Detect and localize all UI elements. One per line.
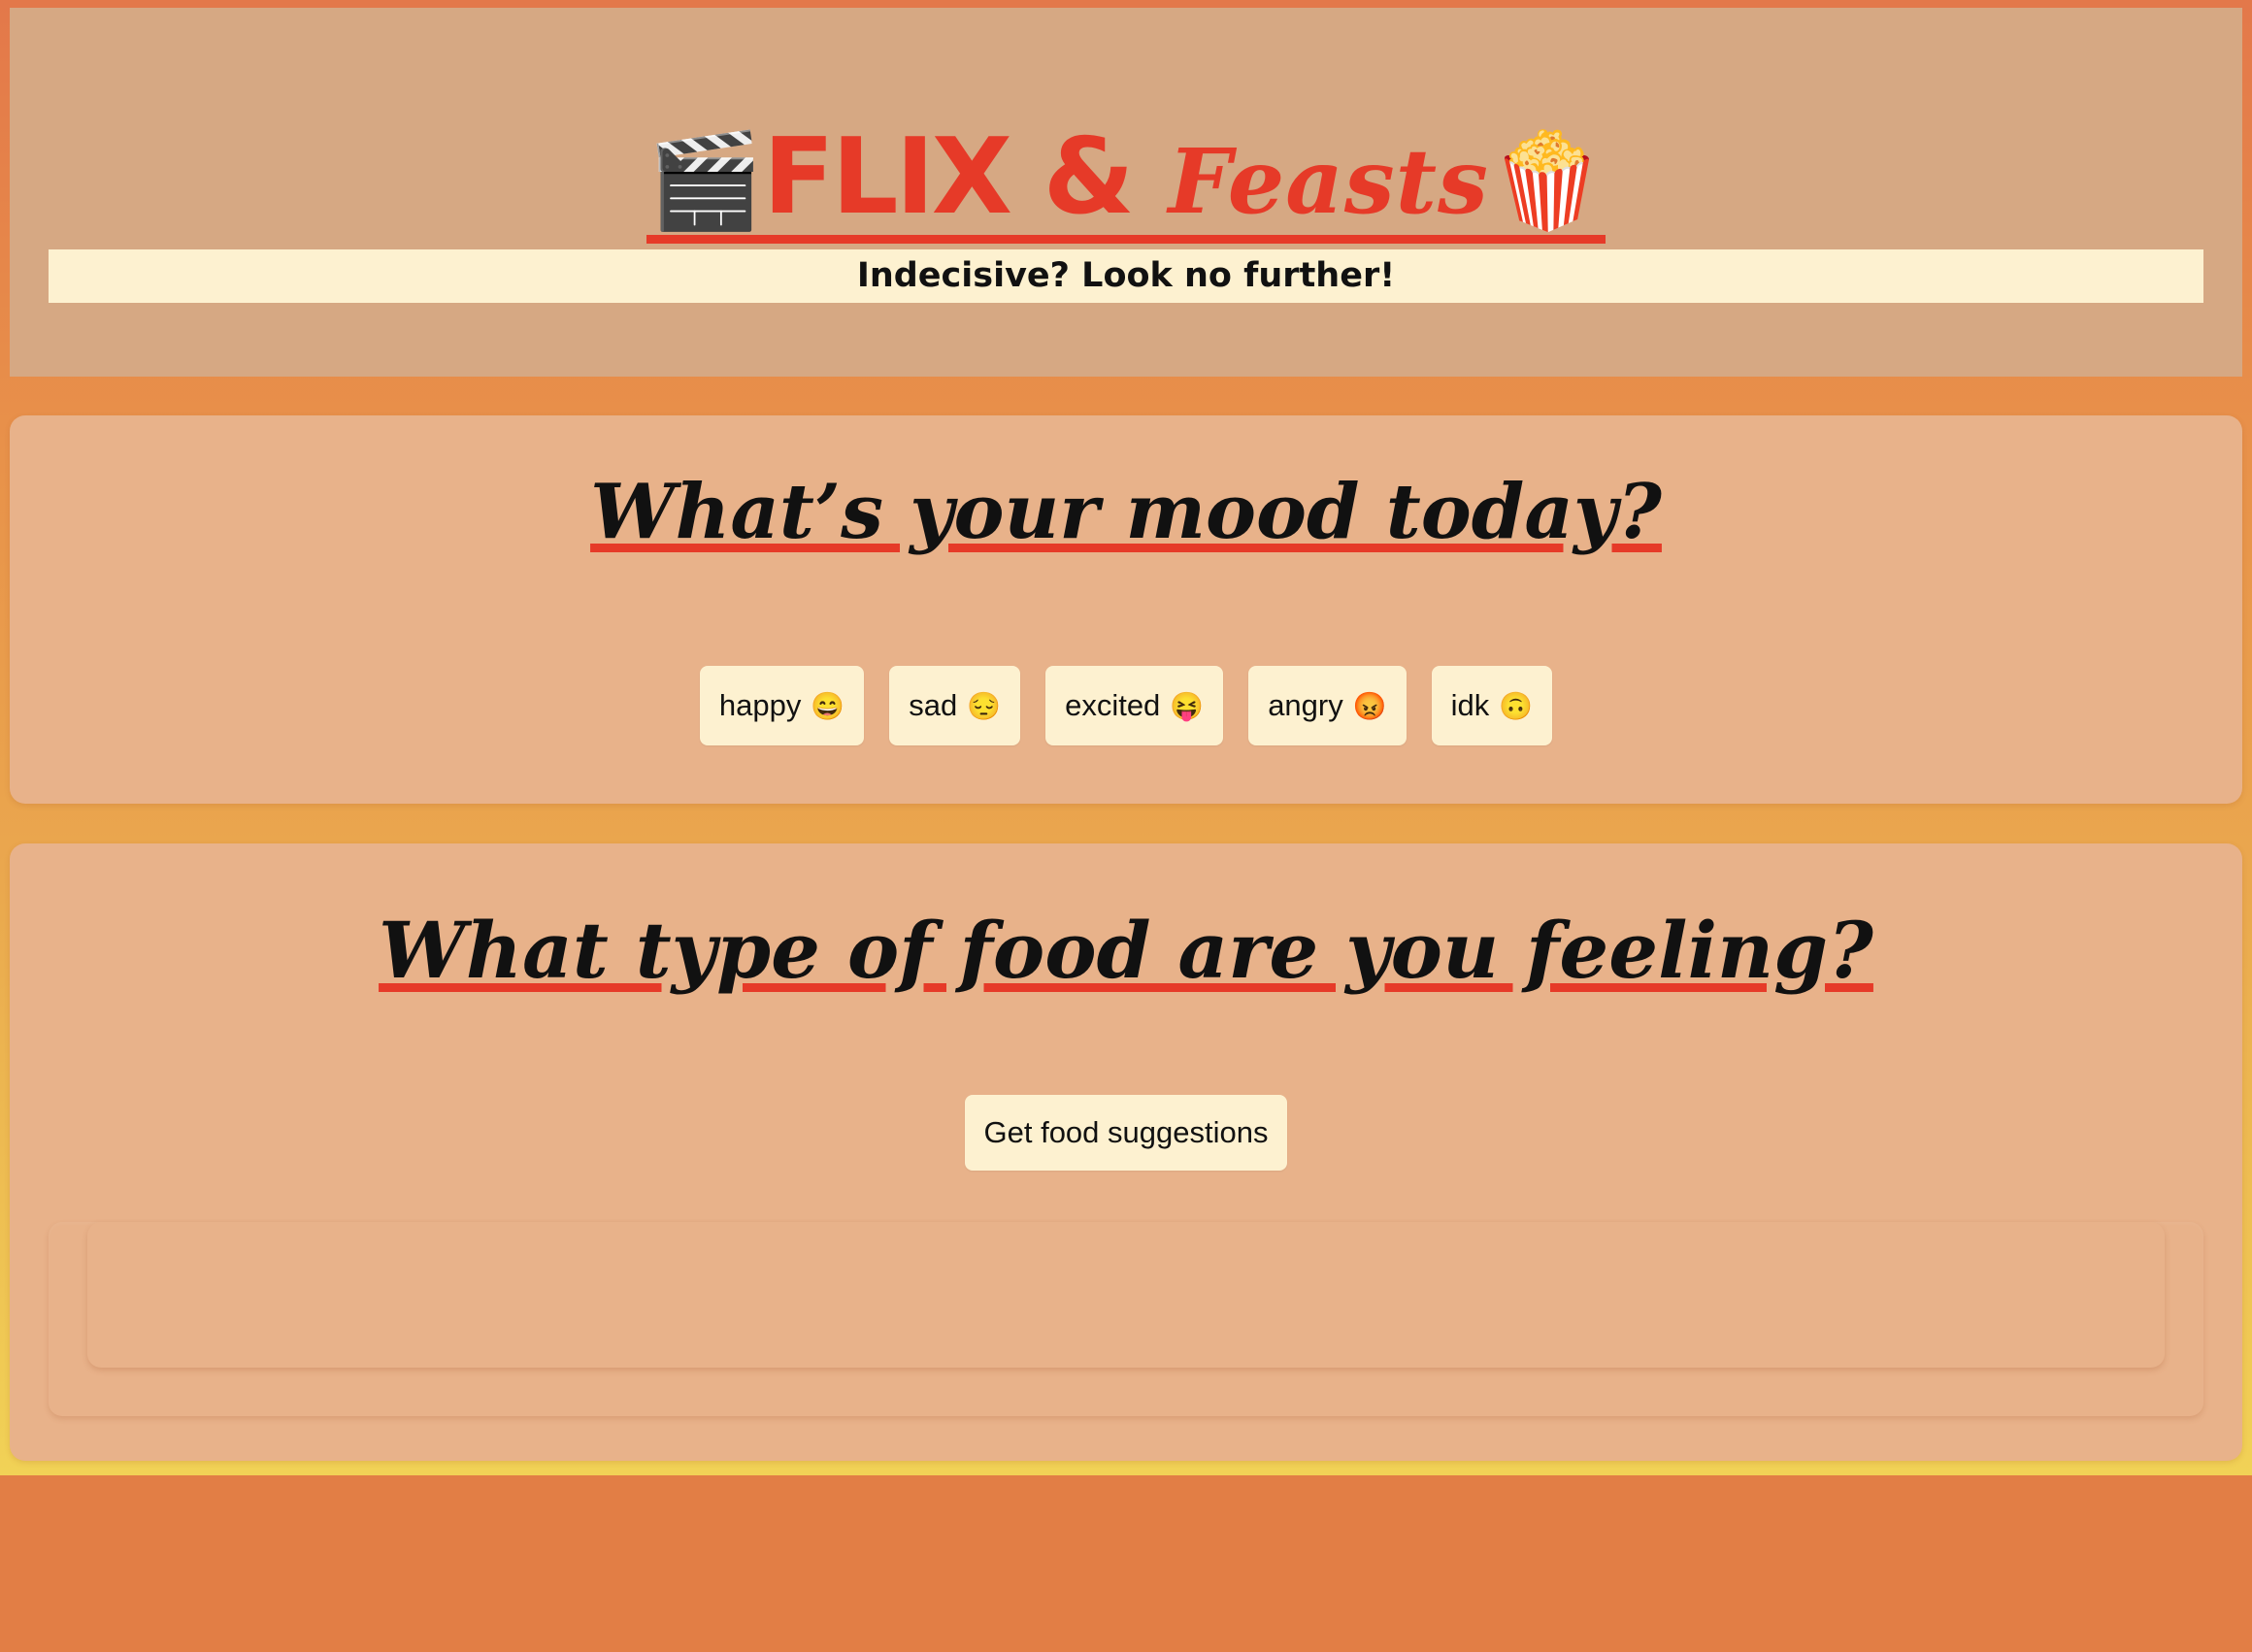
mood-card: What’s your mood today? happy 😄 sad 😔 ex… xyxy=(10,415,2242,804)
clapperboard-icon: 🎬 xyxy=(646,126,764,235)
food-button-wrapper: Get food suggestions xyxy=(10,1095,2242,1171)
food-results-list xyxy=(87,1222,2165,1368)
site-header: 🎬FLIX & Feasts🍿 Indecisive? Look no furt… xyxy=(10,8,2242,377)
popcorn-icon: 🍿 xyxy=(1488,126,1606,235)
tagline: Indecisive? Look no further! xyxy=(49,249,2203,303)
page-background: 🎬FLIX & Feasts🍿 Indecisive? Look no furt… xyxy=(0,0,2252,1475)
mood-button-angry[interactable]: angry 😡 xyxy=(1248,666,1407,745)
food-heading: What type of food are you feeling? xyxy=(10,904,2242,997)
mood-button-label: excited xyxy=(1065,688,1161,722)
mood-button-label: happy xyxy=(718,688,802,722)
site-title: 🎬FLIX & Feasts🍿 xyxy=(646,124,1606,244)
mood-button-label: sad xyxy=(909,688,958,722)
mood-button-sad[interactable]: sad 😔 xyxy=(889,666,1021,745)
title-feasts: Feasts xyxy=(1168,129,1489,234)
mood-heading: What’s your mood today? xyxy=(10,466,2242,559)
pensive-face-icon: 😔 xyxy=(967,690,1002,721)
grinning-face-icon: 😄 xyxy=(811,690,845,721)
mood-button-happy[interactable]: happy 😄 xyxy=(699,666,865,745)
mood-button-label: angry xyxy=(1268,688,1343,722)
mood-button-excited[interactable]: excited 😝 xyxy=(1045,666,1224,745)
site-title-wrapper: 🎬FLIX & Feasts🍿 xyxy=(10,124,2242,244)
mood-button-label: idk xyxy=(1450,688,1490,722)
food-results-container xyxy=(49,1222,2203,1416)
food-heading-text: What type of food are you feeling? xyxy=(379,905,1873,996)
angry-face-icon: 😡 xyxy=(1352,690,1387,721)
food-card: What type of food are you feeling? Get f… xyxy=(10,843,2242,1461)
upside-down-face-icon: 🙃 xyxy=(1499,690,1534,721)
squinting-tongue-face-icon: 😝 xyxy=(1170,690,1205,721)
mood-button-row: happy 😄 sad 😔 excited 😝 angry 😡 idk 🙃 xyxy=(10,666,2242,745)
mood-heading-text: What’s your mood today? xyxy=(590,468,1662,556)
title-flix: FLIX & xyxy=(763,116,1135,238)
get-food-suggestions-button[interactable]: Get food suggestions xyxy=(964,1095,1288,1171)
mood-button-idk[interactable]: idk 🙃 xyxy=(1431,666,1553,745)
